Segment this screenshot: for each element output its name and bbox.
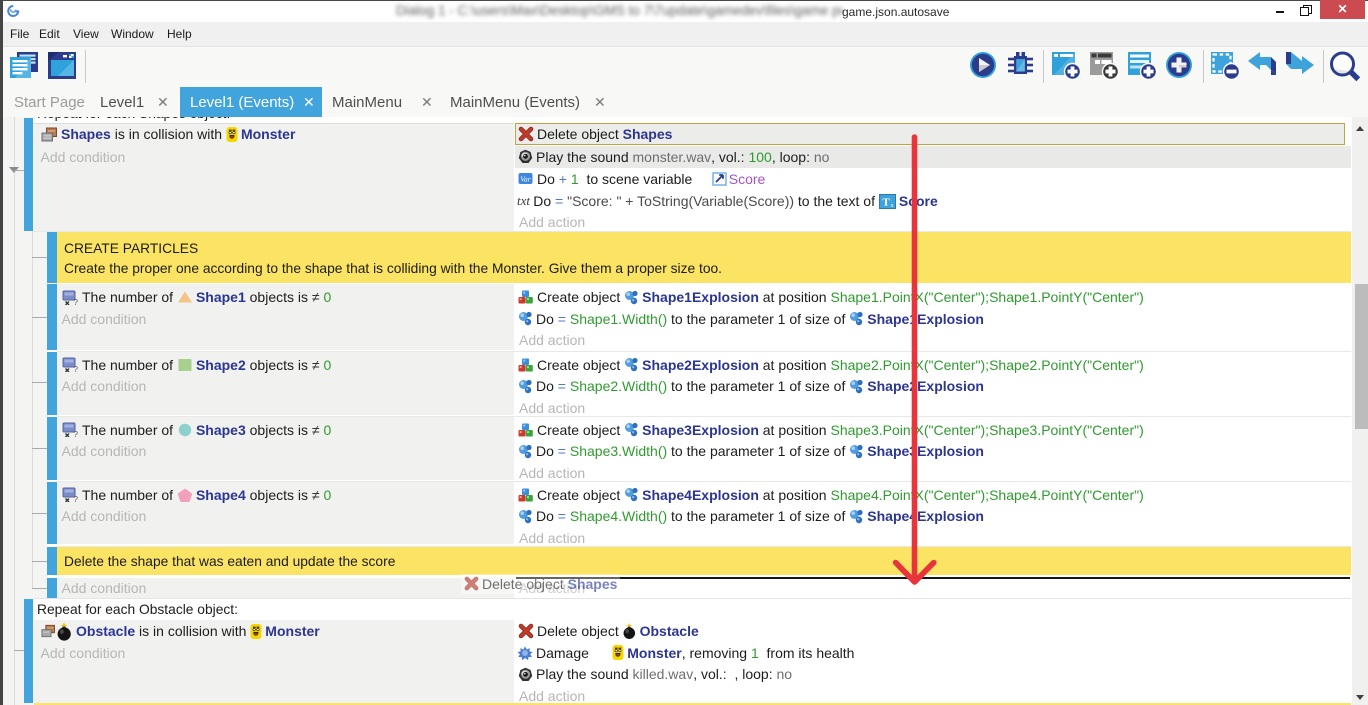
svg-text:?: ? xyxy=(74,298,79,305)
svg-text:?: ? xyxy=(74,495,79,502)
svg-text:?: ? xyxy=(74,430,79,437)
svg-text:?: ? xyxy=(74,365,79,372)
svg-text:x: x xyxy=(890,203,893,209)
svg-text:Var: Var xyxy=(520,175,531,184)
svg-text:T: T xyxy=(882,196,890,208)
